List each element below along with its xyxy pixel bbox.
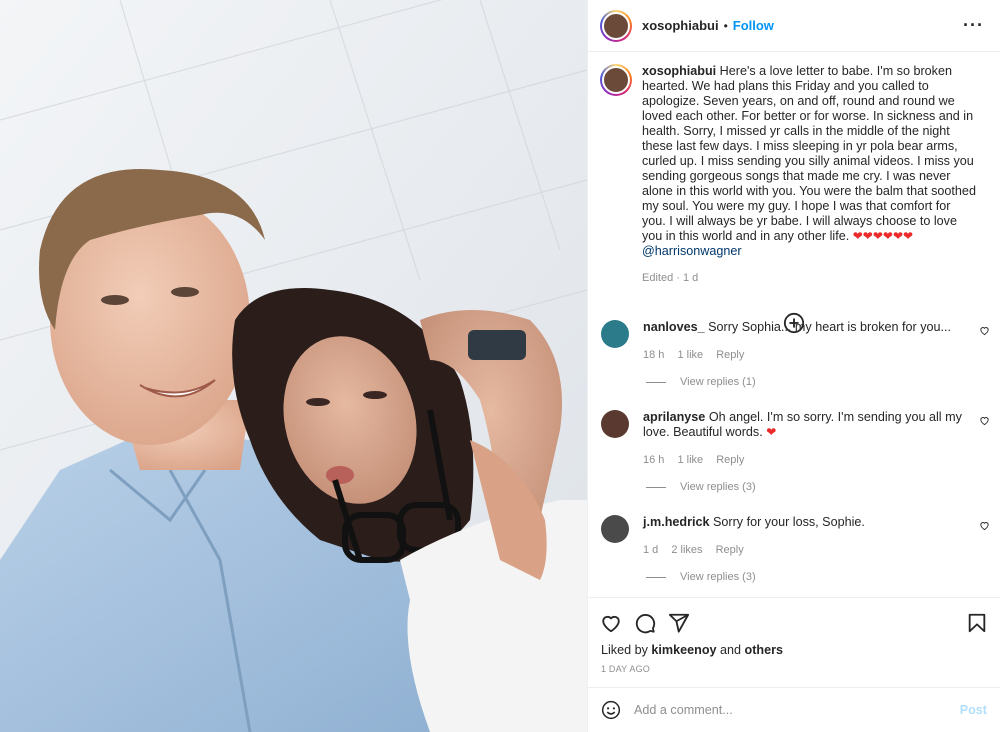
view-replies-toggle[interactable]: View replies (3) — [646, 481, 756, 493]
share-icon[interactable] — [668, 612, 690, 634]
author-username[interactable]: xosophiabui — [642, 18, 719, 33]
caption-meta: Edited · 1 d — [642, 272, 699, 284]
comment-likes[interactable]: 2 likes — [671, 544, 702, 556]
action-bar — [588, 597, 1000, 647]
comment-text: Sorry for your loss, Sophie. — [713, 515, 865, 529]
post-side-panel: xosophiabui • Follow ··· xosophiabui Her… — [587, 0, 1000, 732]
commenter-username[interactable]: aprilanyse — [643, 410, 705, 424]
reply-button[interactable]: Reply — [716, 349, 744, 361]
separator-dot: • — [723, 18, 728, 33]
emoji-icon[interactable] — [601, 700, 621, 720]
more-horizontal-icon[interactable]: ··· — [963, 15, 984, 36]
likes-summary: Liked by kimkeenoy and others — [588, 643, 1000, 657]
view-replies-label: View replies (3) — [680, 571, 756, 583]
post-container: xosophiabui • Follow ··· xosophiabui Her… — [0, 0, 1000, 732]
likes-others-link[interactable]: others — [745, 643, 784, 657]
likes-and: and — [720, 643, 742, 657]
view-replies-toggle[interactable]: View replies (1) — [646, 376, 756, 388]
view-replies-label: View replies (3) — [680, 481, 756, 493]
comment-time: 18 h — [643, 349, 665, 361]
caption-hearts: ❤❤❤❤❤❤ — [852, 229, 914, 243]
comment-heart-emoji: ❤ — [766, 425, 777, 439]
comment-item: nanloves_ Sorry Sophia... my heart is br… — [588, 320, 1000, 363]
post-header: xosophiabui • Follow ··· — [588, 0, 1000, 52]
comment-time: 1 d — [643, 544, 659, 556]
view-replies-toggle[interactable]: View replies (3) — [646, 571, 756, 583]
commenter-avatar[interactable] — [601, 410, 629, 438]
likes-prefix: Liked by — [601, 643, 648, 657]
comment-like-heart-icon[interactable] — [979, 415, 990, 426]
liked-by-user-link[interactable]: kimkeenoy — [651, 643, 716, 657]
comment-text: Sorry Sophia... my heart is broken for y… — [708, 320, 951, 334]
post-timestamp: 1 DAY AGO — [601, 664, 650, 674]
heart-icon[interactable] — [600, 612, 622, 634]
comment-like-heart-icon[interactable] — [979, 325, 990, 336]
comment-likes[interactable]: 1 like — [677, 349, 703, 361]
comment-time: 16 h — [643, 454, 665, 466]
comment-likes[interactable]: 1 like — [677, 454, 703, 466]
commenter-username[interactable]: j.m.hedrick — [643, 515, 710, 529]
post-comment-button[interactable]: Post — [960, 703, 987, 717]
add-comment-input[interactable] — [634, 703, 960, 717]
comment-item: j.m.hedrick Sorry for your loss, Sophie.… — [588, 515, 1000, 558]
reply-button[interactable]: Reply — [716, 454, 744, 466]
comment-icon[interactable] — [634, 612, 656, 634]
couple-selfie-image — [0, 0, 587, 732]
comments-scroll-area[interactable]: xosophiabui Here's a love letter to babe… — [588, 52, 1000, 597]
bookmark-icon[interactable] — [966, 612, 988, 634]
view-replies-label: View replies (1) — [680, 376, 756, 388]
caption-author-avatar[interactable] — [600, 64, 632, 96]
caption-username[interactable]: xosophiabui — [642, 64, 716, 78]
commenter-avatar[interactable] — [601, 320, 629, 348]
caption-text: Here's a love letter to babe. I'm so bro… — [642, 64, 976, 243]
author-avatar[interactable] — [600, 9, 632, 42]
caption-mention-link[interactable]: @harrisonwagner — [642, 244, 742, 258]
reply-button[interactable]: Reply — [716, 544, 744, 556]
comment-like-heart-icon[interactable] — [979, 520, 990, 531]
post-caption: xosophiabui Here's a love letter to babe… — [588, 52, 1000, 286]
post-photo[interactable] — [0, 0, 587, 732]
add-comment-bar: Post — [588, 687, 1000, 732]
follow-button[interactable]: Follow — [733, 18, 774, 33]
commenter-username[interactable]: nanloves_ — [643, 320, 705, 334]
commenter-avatar[interactable] — [601, 515, 629, 543]
comment-item: aprilanyse Oh angel. I'm so sorry. I'm s… — [588, 410, 1000, 468]
